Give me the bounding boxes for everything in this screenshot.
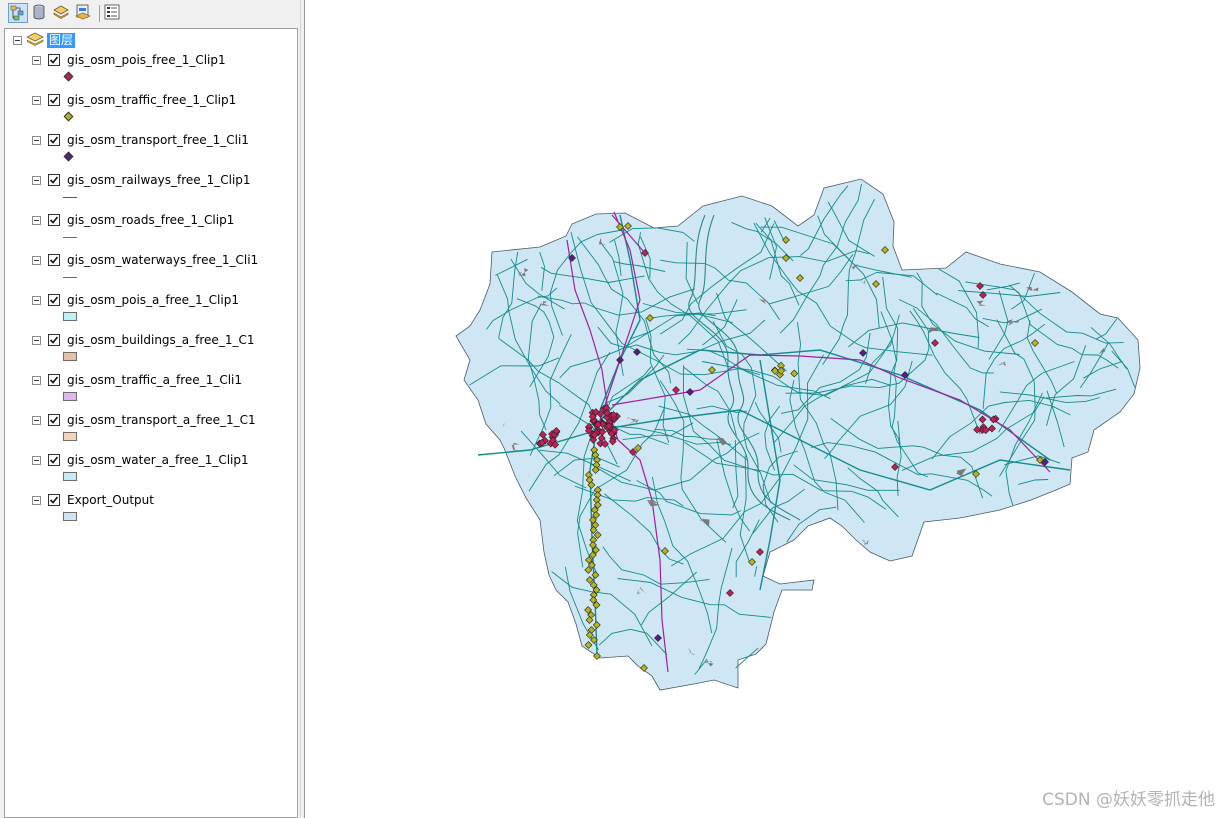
root-collapse-toggle[interactable]	[13, 36, 22, 45]
map-view[interactable]: CSDN @妖妖零抓走他	[305, 0, 1231, 818]
layer-row[interactable]: gis_osm_pois_a_free_1_Clip1	[5, 293, 295, 333]
layer-visibility-checkbox[interactable]	[48, 414, 60, 426]
layer-name[interactable]: gis_osm_pois_free_1_Clip1	[67, 53, 226, 67]
layer-name[interactable]: gis_osm_traffic_free_1_Clip1	[67, 93, 236, 107]
list-by-source-button[interactable]	[30, 3, 50, 23]
layer-row[interactable]: gis_osm_water_a_free_1_Clip1	[5, 453, 295, 493]
layer-name[interactable]: gis_osm_transport_free_1_Cli1	[67, 133, 249, 147]
list-by-visibility-button[interactable]	[52, 3, 72, 23]
layer-name[interactable]: Export_Output	[67, 493, 154, 507]
layer-visibility-checkbox[interactable]	[48, 374, 60, 386]
selection-layers-icon	[75, 4, 91, 20]
map-canvas[interactable]	[305, 0, 1231, 818]
list-by-selection-button[interactable]	[74, 3, 94, 23]
layer-visibility-checkbox[interactable]	[48, 94, 60, 106]
layer-collapse-toggle[interactable]	[32, 216, 41, 225]
layer-name[interactable]: gis_osm_waterways_free_1_Cli1	[67, 253, 258, 267]
layer-visibility-checkbox[interactable]	[48, 134, 60, 146]
layer-collapse-toggle[interactable]	[32, 416, 41, 425]
layer-visibility-checkbox[interactable]	[48, 334, 60, 346]
layer-row[interactable]: gis_osm_railways_free_1_Clip1	[5, 173, 295, 213]
layer-collapse-toggle[interactable]	[32, 336, 41, 345]
options-button[interactable]	[103, 3, 123, 23]
layer-name[interactable]: gis_osm_buildings_a_free_1_C1	[67, 333, 254, 347]
polygon-symbol-icon	[63, 512, 77, 521]
list-by-drawing-order-button[interactable]	[8, 3, 28, 23]
layer-visibility-checkbox[interactable]	[48, 294, 60, 306]
layer-row[interactable]: Export_Output	[5, 493, 295, 533]
polygon-symbol-icon	[63, 432, 77, 441]
layer-row[interactable]: gis_osm_transport_a_free_1_C1	[5, 413, 295, 453]
toolbar-separator	[99, 5, 100, 22]
layer-name[interactable]: gis_osm_railways_free_1_Clip1	[67, 173, 251, 187]
layer-collapse-toggle[interactable]	[32, 136, 41, 145]
layer-collapse-toggle[interactable]	[32, 296, 41, 305]
layer-name[interactable]: gis_osm_transport_a_free_1_C1	[67, 413, 256, 427]
polygon-symbol-icon	[63, 392, 77, 401]
point-symbol-icon	[63, 151, 74, 162]
layer-name[interactable]: gis_osm_pois_a_free_1_Clip1	[67, 293, 239, 307]
layer-row[interactable]: gis_osm_traffic_a_free_1_Cli1	[5, 373, 295, 413]
watermark-text: CSDN @妖妖零抓走他	[1042, 790, 1215, 810]
layer-row[interactable]: gis_osm_transport_free_1_Cli1	[5, 133, 295, 173]
polygon-symbol-icon	[63, 312, 77, 321]
layer-visibility-checkbox[interactable]	[48, 54, 60, 66]
drawing-order-icon	[10, 5, 24, 21]
layer-visibility-checkbox[interactable]	[48, 214, 60, 226]
layer-collapse-toggle[interactable]	[32, 456, 41, 465]
line-symbol-icon	[63, 237, 77, 238]
layer-collapse-toggle[interactable]	[32, 256, 41, 265]
layer-collapse-toggle[interactable]	[32, 176, 41, 185]
database-icon	[33, 4, 45, 20]
layer-visibility-checkbox[interactable]	[48, 174, 60, 186]
layer-row[interactable]: gis_osm_buildings_a_free_1_C1	[5, 333, 295, 373]
options-list-icon	[104, 4, 120, 20]
layer-row[interactable]: gis_osm_waterways_free_1_Cli1	[5, 253, 295, 293]
point-symbol-icon	[63, 71, 74, 82]
layers-root-label[interactable]: 图层	[47, 33, 76, 48]
layer-row[interactable]: gis_osm_traffic_free_1_Clip1	[5, 93, 295, 133]
layer-name[interactable]: gis_osm_water_a_free_1_Clip1	[67, 453, 249, 467]
layer-row[interactable]: gis_osm_roads_free_1_Clip1	[5, 213, 295, 253]
line-symbol-icon	[63, 197, 77, 198]
layer-name[interactable]: gis_osm_traffic_a_free_1_Cli1	[67, 373, 242, 387]
layers-folder-icon	[27, 32, 44, 46]
line-symbol-icon	[63, 277, 77, 278]
layer-visibility-checkbox[interactable]	[48, 494, 60, 506]
polygon-symbol-icon	[63, 472, 77, 481]
toc-toolbar	[0, 0, 304, 28]
point-symbol-icon	[63, 111, 74, 122]
layer-visibility-checkbox[interactable]	[48, 254, 60, 266]
layer-visibility-checkbox[interactable]	[48, 454, 60, 466]
layer-collapse-toggle[interactable]	[32, 496, 41, 505]
layer-row[interactable]: gis_osm_pois_free_1_Clip1	[5, 53, 295, 93]
layer-collapse-toggle[interactable]	[32, 96, 41, 105]
layer-collapse-toggle[interactable]	[32, 56, 41, 65]
layer-tree: 图层 gis_osm_pois_free_1_Clip1 gis_osm_traf…	[4, 28, 298, 818]
layer-name[interactable]: gis_osm_roads_free_1_Clip1	[67, 213, 234, 227]
layer-collapse-toggle[interactable]	[32, 376, 41, 385]
polygon-symbol-icon	[63, 352, 77, 361]
table-of-contents-panel: 图层 gis_osm_pois_free_1_Clip1 gis_osm_traf…	[0, 0, 304, 818]
layers-icon	[53, 5, 69, 19]
